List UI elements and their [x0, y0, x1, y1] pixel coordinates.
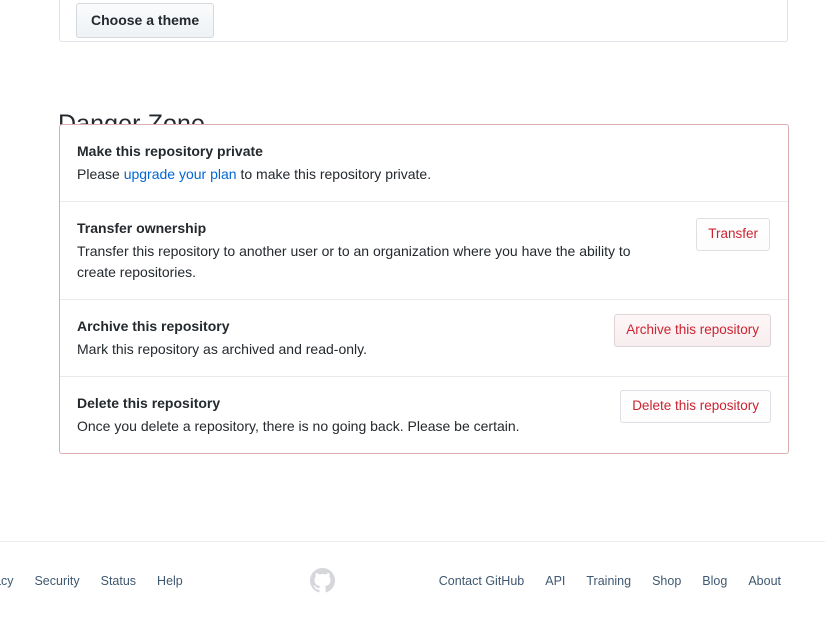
delete-repository-description: Once you delete a repository, there is n…	[77, 418, 520, 434]
danger-zone-box: Make this repository private Please upgr…	[59, 124, 789, 454]
footer-link-status[interactable]: Status	[101, 574, 136, 588]
danger-row-archive: Archive this repository Mark this reposi…	[60, 299, 788, 376]
delete-repository-title: Delete this repository	[77, 395, 221, 411]
footer-link-training[interactable]: Training	[586, 574, 631, 588]
footer-link-api[interactable]: API	[545, 574, 565, 588]
archive-repository-description: Mark this repository as archived and rea…	[77, 341, 367, 357]
footer-link-security[interactable]: Security	[34, 574, 79, 588]
footer-link-contact-github[interactable]: Contact GitHub	[439, 574, 524, 588]
footer-link-blog[interactable]: Blog	[702, 574, 727, 588]
transfer-ownership-description: Transfer this repository to another user…	[77, 243, 631, 280]
make-private-title: Make this repository private	[77, 143, 263, 159]
footer-links-right: Contact GitHub API Training Shop Blog About	[418, 572, 781, 590]
delete-this-repository-button[interactable]: Delete this repository	[620, 390, 771, 423]
transfer-ownership-title: Transfer ownership	[77, 220, 207, 236]
archive-this-repository-button[interactable]: Archive this repository	[614, 314, 771, 347]
make-private-description: Please upgrade your plan to make this re…	[77, 164, 582, 185]
danger-row-transfer-ownership: Transfer ownership Transfer this reposit…	[60, 201, 788, 299]
footer-link-shop[interactable]: Shop	[652, 574, 681, 588]
page-footer: acy Security Status Help Contact GitHub API T…	[0, 542, 825, 624]
footer-links-left: acy Security Status Help	[0, 572, 204, 590]
upgrade-your-plan-link[interactable]: upgrade your plan	[124, 166, 237, 182]
danger-row-text: Make this repository private Please upgr…	[77, 141, 772, 185]
choose-a-theme-button[interactable]: Choose a theme	[76, 3, 215, 38]
make-private-desc-before: Please	[77, 166, 124, 182]
transfer-button[interactable]: Transfer	[696, 218, 770, 251]
make-private-desc-after: to make this repository private.	[236, 166, 432, 182]
footer-link-privacy[interactable]: acy	[0, 574, 13, 588]
footer-link-help[interactable]: Help	[157, 574, 183, 588]
settings-panel: Choose a theme	[59, 0, 788, 42]
footer-link-about[interactable]: About	[748, 574, 781, 588]
archive-repository-title: Archive this repository	[77, 318, 230, 334]
danger-row-text: Transfer ownership Transfer this reposit…	[77, 218, 772, 283]
danger-row-delete: Delete this repository Once you delete a…	[60, 376, 788, 453]
danger-row-make-private: Make this repository private Please upgr…	[60, 125, 788, 201]
github-mark-icon	[310, 568, 335, 593]
